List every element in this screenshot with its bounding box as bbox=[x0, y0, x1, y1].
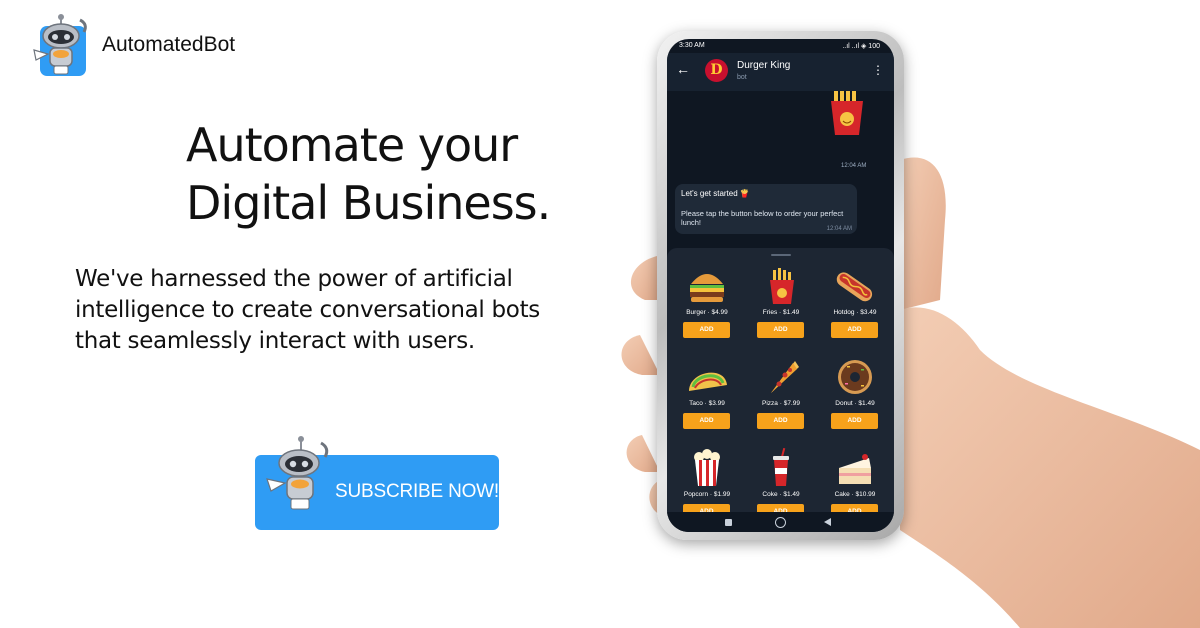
android-nav-bar bbox=[667, 512, 894, 532]
subscribe-label: SUBSCRIBE NOW! bbox=[335, 481, 499, 502]
menu-item-label: Cake · $10.99 bbox=[834, 491, 876, 498]
subcopy-line: intelligence to create conversational bo… bbox=[75, 297, 540, 323]
message-title: Let's get started 🍟 bbox=[681, 189, 750, 198]
brand[interactable]: AutomatedBot bbox=[30, 12, 235, 78]
phone-mockup: 3:30 AM ..ıl ..ıl ◈ 100 ← D Durger King … bbox=[657, 31, 904, 540]
menu-item-label: Popcorn · $1.99 bbox=[683, 491, 731, 498]
add-button[interactable]: ADD bbox=[831, 322, 878, 338]
taco-icon bbox=[689, 372, 727, 391]
status-bar: 3:30 AM ..ıl ..ıl ◈ 100 bbox=[667, 39, 894, 53]
menu-item: Hotdog · $3.49 ADD bbox=[823, 266, 887, 356]
headline-line: Automate your bbox=[186, 118, 518, 172]
cake-icon bbox=[839, 454, 871, 484]
menu-item-label: Hotdog · $3.49 bbox=[833, 309, 877, 316]
add-button[interactable]: ADD bbox=[757, 413, 804, 429]
add-button[interactable]: ADD bbox=[757, 322, 804, 338]
status-time: 3:30 AM bbox=[679, 42, 705, 49]
back-icon[interactable] bbox=[824, 518, 831, 526]
sheet-grip[interactable] bbox=[771, 254, 791, 256]
home-icon[interactable] bbox=[775, 517, 786, 528]
pizza-icon bbox=[771, 361, 799, 393]
add-button[interactable]: ADD bbox=[831, 413, 878, 429]
burger-icon bbox=[690, 274, 724, 302]
donut-icon bbox=[838, 360, 872, 394]
message-text: Please tap the button below to order you… bbox=[681, 209, 844, 227]
back-arrow-icon[interactable]: ← bbox=[676, 61, 690, 77]
robot-icon bbox=[266, 436, 329, 510]
subcopy-line: We've harnessed the power of artificial bbox=[75, 266, 513, 292]
menu-item-label: Pizza · $7.99 bbox=[762, 400, 800, 407]
phone-screen: 3:30 AM ..ıl ..ıl ◈ 100 ← D Durger King … bbox=[667, 39, 894, 532]
brand-name: AutomatedBot bbox=[102, 33, 236, 56]
menu-item-label: Burger · $4.99 bbox=[686, 309, 728, 316]
hotdog-icon bbox=[836, 272, 873, 302]
headline: Automate your Digital Business. bbox=[186, 116, 551, 232]
fries-sticker-icon bbox=[831, 91, 863, 135]
status-icons: ..ıl ..ıl ◈ 100 bbox=[842, 43, 880, 50]
menu-item: Donut · $1.49 ADD bbox=[823, 357, 887, 447]
recents-icon[interactable] bbox=[725, 519, 732, 526]
subscribe-button[interactable]: SUBSCRIBE NOW! bbox=[255, 436, 499, 530]
message-bubble: Let's get started 🍟 Please tap the butto… bbox=[675, 184, 857, 234]
more-menu-icon[interactable]: ⋮ bbox=[872, 63, 884, 77]
menu-item-label: Coke · $1.49 bbox=[762, 491, 800, 498]
menu-sheet: Burger · $4.99 ADD Fries · $1.49 ADD Hot… bbox=[667, 248, 894, 532]
menu-item-label: Taco · $3.99 bbox=[689, 400, 725, 407]
fries-icon bbox=[770, 268, 794, 304]
subcopy: We've harnessed the power of artificial … bbox=[75, 264, 615, 357]
add-button[interactable]: ADD bbox=[683, 413, 730, 429]
menu-item: Taco · $3.99 ADD bbox=[675, 357, 739, 447]
chat-title: Durger King bbox=[737, 60, 791, 71]
menu-item-label: Fries · $1.49 bbox=[762, 309, 800, 316]
robot-logo-icon bbox=[33, 14, 87, 76]
sticker-time: 12:04 AM bbox=[841, 163, 867, 169]
chat-header: ← D Durger King bot ⋮ bbox=[667, 53, 894, 91]
coke-icon bbox=[773, 448, 789, 486]
menu-item: Burger · $4.99 ADD bbox=[675, 266, 739, 356]
headline-line: Digital Business. bbox=[186, 176, 551, 230]
bot-avatar[interactable]: D bbox=[705, 59, 728, 82]
add-button[interactable]: ADD bbox=[683, 322, 730, 338]
menu-item-label: Donut · $1.49 bbox=[835, 400, 875, 407]
menu-item: Pizza · $7.99 ADD bbox=[749, 357, 813, 447]
popcorn-icon bbox=[694, 449, 720, 486]
menu-item: Fries · $1.49 ADD bbox=[749, 266, 813, 356]
message-time: 12:04 AM bbox=[826, 226, 852, 232]
subcopy-line: that seamlessly interact with users. bbox=[75, 328, 475, 354]
chat-subtitle: bot bbox=[737, 74, 747, 81]
